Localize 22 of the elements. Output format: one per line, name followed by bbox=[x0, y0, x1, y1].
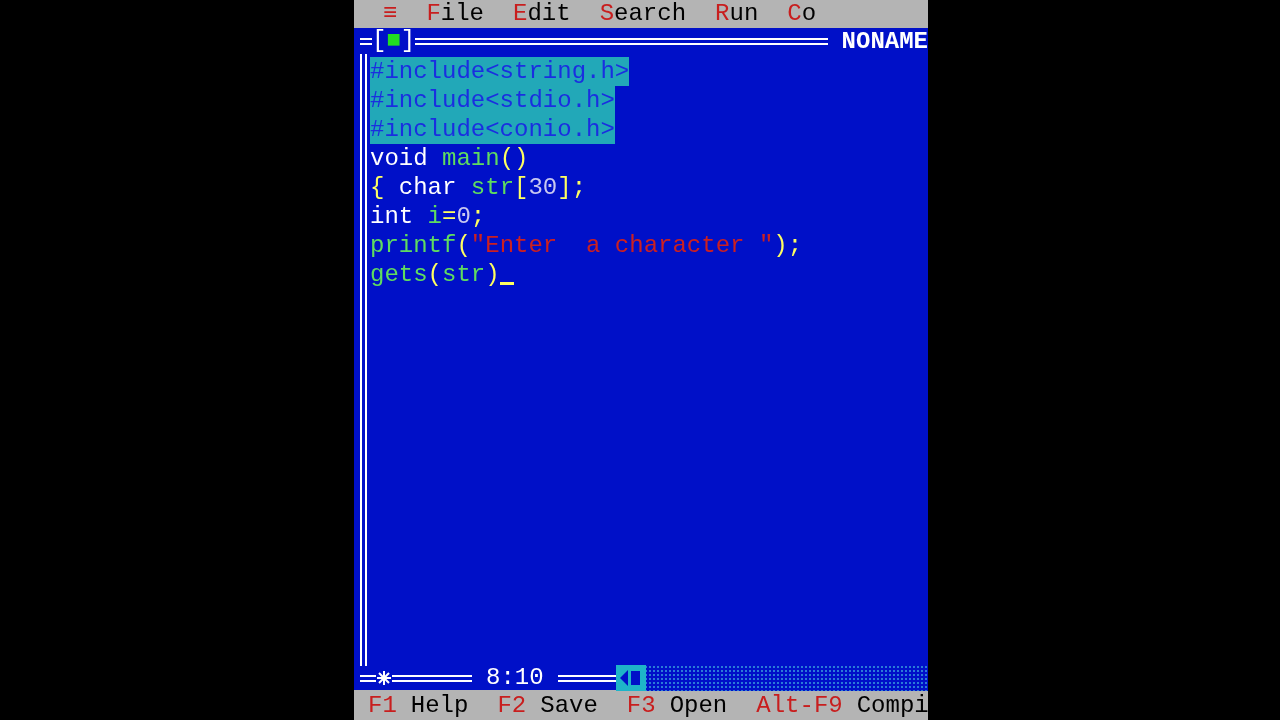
window-title: NONAME bbox=[840, 27, 928, 55]
code-line: printf("Enter a character "); bbox=[370, 231, 803, 260]
frame-line bbox=[557, 674, 616, 682]
frame-line bbox=[360, 37, 372, 45]
menu-item[interactable]: Co bbox=[787, 1, 817, 27]
menu-item[interactable]: Edit bbox=[513, 1, 571, 27]
menu-item[interactable]: File bbox=[426, 1, 485, 27]
scroll-left-icon[interactable] bbox=[615, 665, 646, 691]
shortcut-hint[interactable]: F3 Open bbox=[626, 691, 728, 719]
close-box[interactable]: [■] bbox=[372, 29, 416, 53]
shortcut-hint[interactable]: Alt-F9 Compi bbox=[756, 691, 928, 719]
frame-line bbox=[360, 674, 376, 682]
shortcut-hint[interactable]: F2 Save bbox=[497, 691, 598, 719]
code-line: int i=0; bbox=[370, 202, 486, 231]
cursor-position: 8:10 bbox=[485, 666, 545, 690]
code-line: { char str[30]; bbox=[370, 173, 587, 202]
menu-item[interactable]: Run bbox=[715, 1, 759, 27]
code-line: void main() bbox=[370, 144, 529, 173]
horizontal-scrollbar[interactable] bbox=[615, 665, 928, 691]
menu-item[interactable]: Search bbox=[599, 1, 687, 27]
shortcut-hint[interactable]: F1 Help bbox=[368, 691, 469, 719]
code-line: gets(str) bbox=[370, 260, 500, 289]
